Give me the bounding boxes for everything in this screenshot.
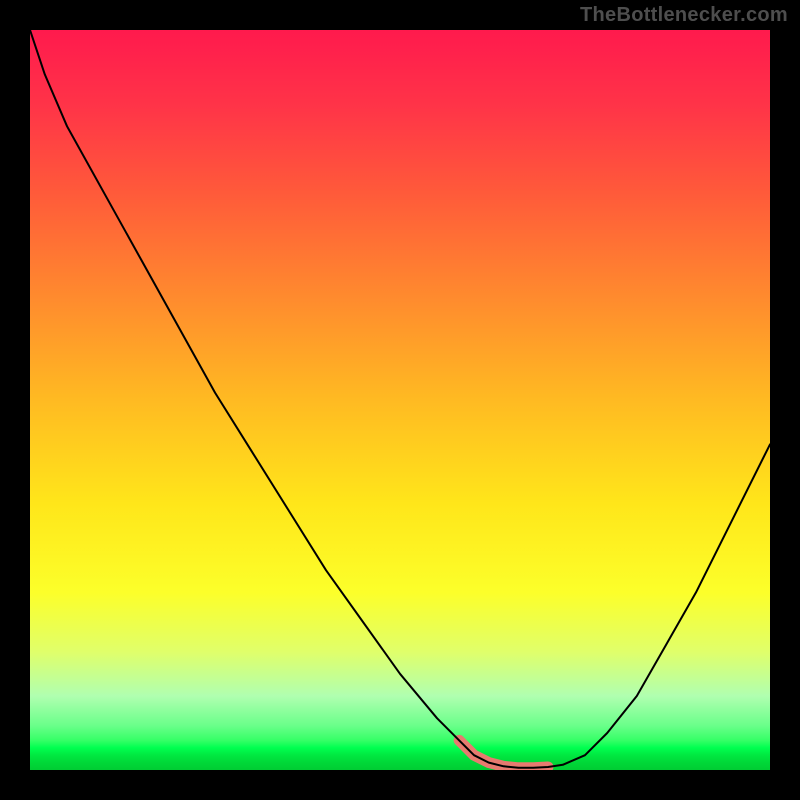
curve-layer [30, 30, 770, 770]
chart-container: TheBottlenecker.com [0, 0, 800, 800]
watermark-text: TheBottlenecker.com [580, 4, 788, 27]
line-curve [30, 30, 770, 768]
plot-area [30, 30, 770, 770]
